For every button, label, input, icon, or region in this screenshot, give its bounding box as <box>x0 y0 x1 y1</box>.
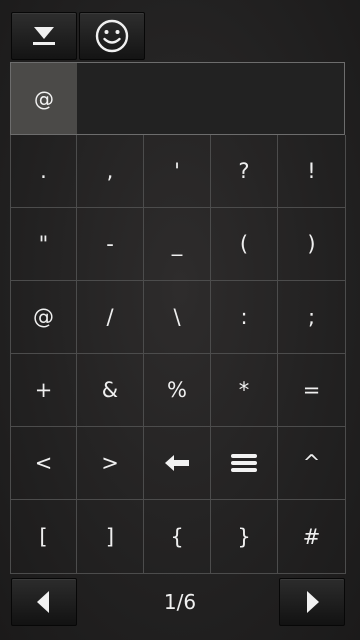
char-key[interactable]: : <box>211 281 278 354</box>
left-arrow-icon <box>37 591 49 613</box>
pager-bar: 1/6 <box>0 576 360 640</box>
char-key[interactable]: { <box>144 500 211 574</box>
char-key[interactable]: ? <box>211 135 278 208</box>
char-key[interactable]: " <box>10 208 77 281</box>
smiley-button[interactable] <box>79 12 145 60</box>
next-page-button[interactable] <box>279 578 345 626</box>
hide-keyboard-icon <box>33 27 55 45</box>
char-key[interactable]: & <box>77 354 144 427</box>
backspace-key[interactable] <box>144 427 211 500</box>
char-key[interactable]: / <box>77 281 144 354</box>
char-key[interactable]: ' <box>144 135 211 208</box>
special-character-grid: . , ' ? ! " - _ ( ) @ / \ : ; + & % * = … <box>10 135 346 574</box>
char-key[interactable]: @ <box>10 281 77 354</box>
char-key[interactable]: ^ <box>278 427 346 500</box>
hide-keyboard-button[interactable] <box>11 12 77 60</box>
char-key[interactable]: [ <box>10 500 77 574</box>
page-indicator: 1/6 <box>163 590 197 614</box>
char-key[interactable]: _ <box>144 208 211 281</box>
backspace-icon <box>165 455 189 471</box>
character-preview-area: @ <box>10 62 345 135</box>
previous-page-button[interactable] <box>11 578 77 626</box>
char-key[interactable]: * <box>211 354 278 427</box>
char-key[interactable]: ! <box>278 135 346 208</box>
enter-icon <box>231 454 257 472</box>
right-arrow-icon <box>307 591 319 613</box>
char-key[interactable]: # <box>278 500 346 574</box>
char-key[interactable]: > <box>77 427 144 500</box>
char-key[interactable]: ) <box>278 208 346 281</box>
smiley-icon <box>95 19 129 53</box>
char-key[interactable]: . <box>10 135 77 208</box>
char-key[interactable]: - <box>77 208 144 281</box>
char-key[interactable]: % <box>144 354 211 427</box>
char-key[interactable]: } <box>211 500 278 574</box>
enter-key[interactable] <box>211 427 278 500</box>
char-key[interactable]: ] <box>77 500 144 574</box>
char-key[interactable]: = <box>278 354 346 427</box>
char-key[interactable]: , <box>77 135 144 208</box>
char-key[interactable]: ( <box>211 208 278 281</box>
selected-character[interactable]: @ <box>11 63 77 134</box>
char-key[interactable]: < <box>10 427 77 500</box>
char-key[interactable]: \ <box>144 281 211 354</box>
char-key[interactable]: + <box>10 354 77 427</box>
char-key[interactable]: ; <box>278 281 346 354</box>
